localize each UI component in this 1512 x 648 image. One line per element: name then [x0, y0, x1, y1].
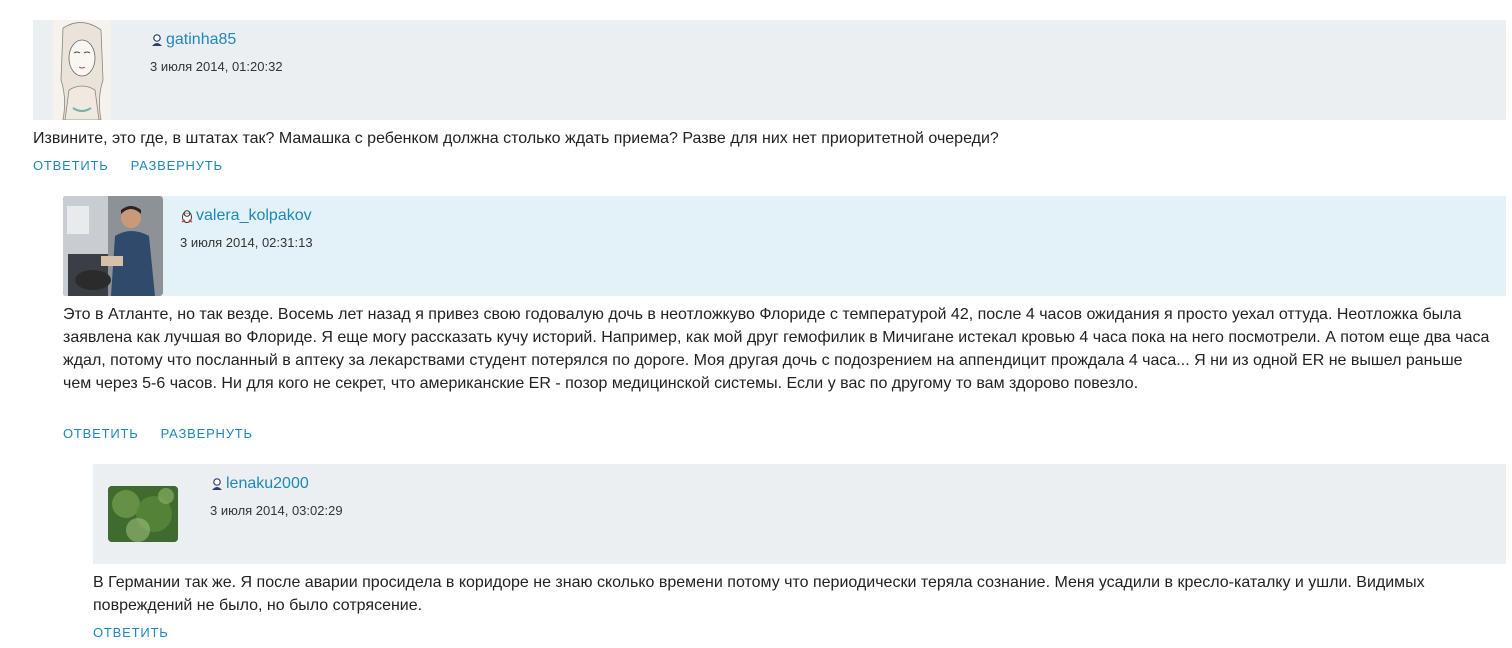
comment-text: В Германии так же. Я после аварии просид… [93, 574, 1425, 614]
comment-header: valera_kolpakov 3 июля 2014, 02:31:13 [63, 196, 1506, 296]
expand-button[interactable]: РАЗВЕРНУТЬ [161, 426, 253, 441]
reply-button[interactable]: ОТВЕТИТЬ [93, 625, 169, 640]
reply-button[interactable]: ОТВЕТИТЬ [63, 426, 139, 441]
username: gatinha85 [166, 31, 237, 48]
comment-text: Извините, это где, в штатах так? Мамашка… [33, 130, 999, 147]
username-link[interactable]: lenaku2000 [210, 475, 309, 493]
username-link[interactable]: gatinha85 [150, 31, 236, 49]
avatar[interactable] [108, 486, 178, 542]
username-link[interactable]: valera_kolpakov [180, 207, 312, 225]
username: lenaku2000 [226, 475, 309, 492]
comment-header: lenaku2000 3 июля 2014, 03:02:29 [93, 464, 1506, 564]
avatar[interactable] [53, 20, 111, 120]
female-user-icon [210, 477, 224, 491]
comment-text: Это в Атланте, но так везде. Восемь лет … [63, 306, 1490, 392]
expand-button[interactable]: РАЗВЕРНУТЬ [131, 158, 223, 173]
female-user-icon [150, 33, 164, 47]
username: valera_kolpakov [196, 207, 312, 224]
comment-actions: ОТВЕТИТЬ [93, 625, 169, 640]
avatar[interactable] [63, 196, 163, 296]
comment-actions: ОТВЕТИТЬ РАЗВЕРНУТЬ [63, 426, 253, 441]
comment-date: 3 июля 2014, 03:02:29 [210, 503, 343, 518]
reply-button[interactable]: ОТВЕТИТЬ [33, 158, 109, 173]
comment-actions: ОТВЕТИТЬ РАЗВЕРНУТЬ [33, 158, 223, 173]
penguin-user-icon [180, 209, 194, 223]
comment-date: 3 июля 2014, 02:31:13 [180, 235, 313, 250]
comment-header: gatinha85 3 июля 2014, 01:20:32 [33, 20, 1506, 120]
comment-date: 3 июля 2014, 01:20:32 [150, 59, 283, 74]
